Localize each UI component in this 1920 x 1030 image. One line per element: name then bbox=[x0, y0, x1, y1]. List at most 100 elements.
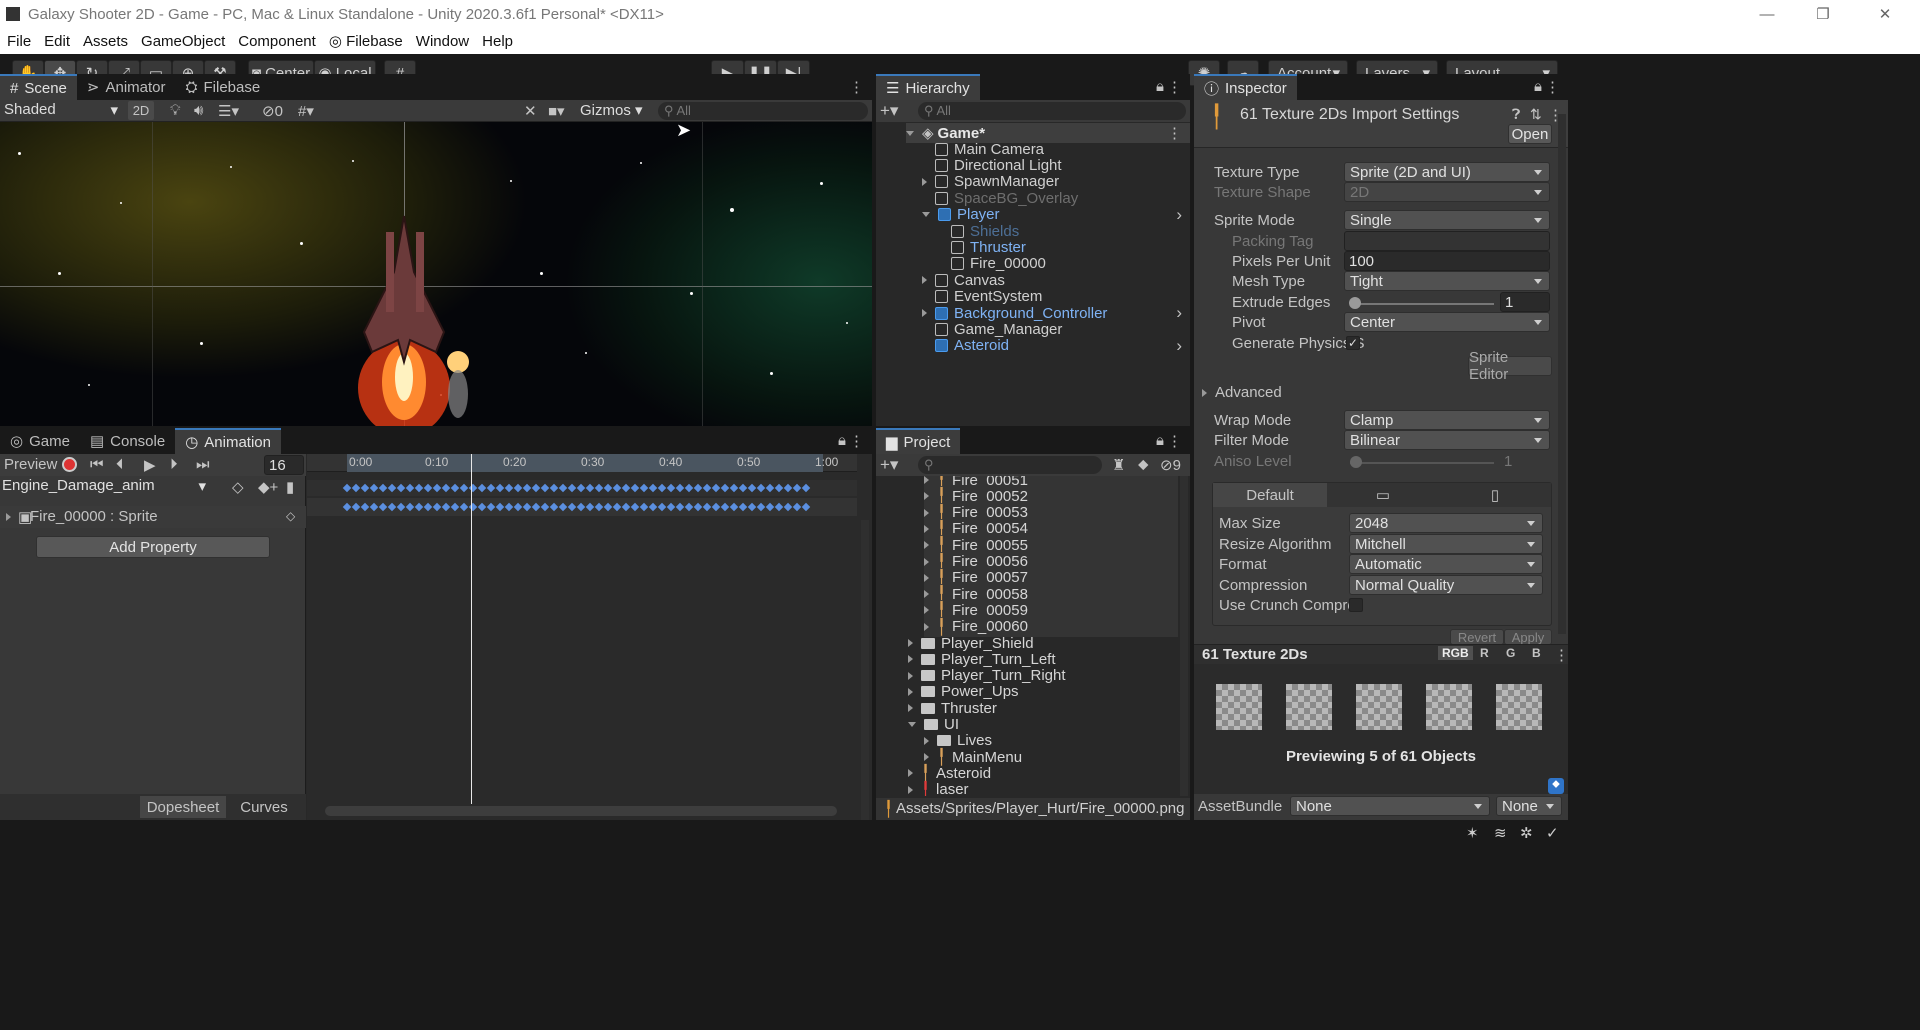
channel-rgb-button[interactable]: RGB bbox=[1438, 646, 1473, 660]
keyframe[interactable] bbox=[558, 483, 568, 493]
keyframe[interactable] bbox=[693, 502, 703, 512]
monitor-icon[interactable]: ▭ bbox=[1327, 483, 1439, 507]
menu-window[interactable]: Window bbox=[410, 33, 475, 50]
texture-thumbnail[interactable] bbox=[1356, 684, 1402, 730]
keyframe[interactable] bbox=[729, 502, 739, 512]
kebab-menu-icon[interactable]: ⋮ bbox=[1167, 432, 1182, 450]
menu-file[interactable]: File bbox=[1, 33, 37, 50]
keyframe[interactable] bbox=[621, 483, 631, 493]
playhead[interactable] bbox=[471, 454, 472, 804]
next-key-button[interactable]: ⏵ bbox=[170, 456, 178, 473]
mobile-icon[interactable]: ▯ bbox=[1439, 483, 1551, 507]
menu-assets[interactable]: Assets bbox=[77, 33, 134, 50]
label-tag-icon[interactable]: ⬥ bbox=[1548, 778, 1564, 794]
keyframe[interactable] bbox=[369, 502, 379, 512]
keyframe[interactable] bbox=[783, 502, 793, 512]
keyframe[interactable] bbox=[351, 483, 361, 493]
keyframe[interactable] bbox=[405, 483, 415, 493]
keyframe[interactable] bbox=[792, 483, 802, 493]
keyframe[interactable] bbox=[522, 483, 532, 493]
kebab-menu-icon[interactable]: ⋮ bbox=[1167, 78, 1182, 96]
keyframe[interactable] bbox=[414, 483, 424, 493]
expand-arrow-icon[interactable] bbox=[908, 687, 913, 696]
texture-thumbnail[interactable] bbox=[1286, 684, 1332, 730]
keyframe[interactable] bbox=[684, 483, 694, 493]
platform-tab-default[interactable]: Default bbox=[1213, 483, 1327, 507]
tab-hierarchy[interactable]: ☰ Hierarchy bbox=[876, 74, 980, 100]
dopesheet-hscrollbar[interactable] bbox=[325, 806, 837, 816]
keyframe[interactable] bbox=[387, 502, 397, 512]
format-dropdown[interactable]: Automatic bbox=[1349, 554, 1543, 574]
assetbundle-dropdown[interactable]: None bbox=[1290, 796, 1490, 816]
expand-arrow-icon[interactable] bbox=[924, 508, 929, 517]
expand-arrow-icon[interactable] bbox=[924, 524, 929, 533]
keyframe[interactable] bbox=[738, 502, 748, 512]
grid-toggle-icon[interactable]: #▾ bbox=[298, 102, 314, 120]
keyframe[interactable] bbox=[540, 483, 550, 493]
keyframe[interactable] bbox=[378, 502, 388, 512]
keyframe[interactable] bbox=[378, 483, 388, 493]
summary-keyframes-row[interactable] bbox=[307, 480, 857, 496]
texture-thumbnail[interactable] bbox=[1426, 684, 1472, 730]
keyframe[interactable] bbox=[756, 502, 766, 512]
keyframe[interactable] bbox=[495, 483, 505, 493]
keyframe[interactable] bbox=[360, 502, 370, 512]
channel-r-button[interactable]: R bbox=[1480, 646, 1489, 660]
keyframe[interactable] bbox=[612, 483, 622, 493]
keyframe[interactable] bbox=[594, 483, 604, 493]
shading-mode-dropdown[interactable]: Shaded ▾ bbox=[4, 101, 122, 121]
property-row[interactable]: ▣ Fire_00000 : Sprite ◇ bbox=[0, 506, 306, 528]
keyframe[interactable] bbox=[639, 483, 649, 493]
hidden-packages-icon[interactable]: ⊘9 bbox=[1160, 456, 1181, 474]
expand-arrow-icon[interactable] bbox=[922, 309, 927, 317]
keyframe[interactable] bbox=[531, 502, 541, 512]
texture-thumbnail[interactable] bbox=[1496, 684, 1542, 730]
lock-icon[interactable]: 🔒︎ bbox=[1534, 78, 1542, 95]
project-scrollbar[interactable] bbox=[1180, 476, 1188, 796]
project-asset-row[interactable]: ╿ laser bbox=[908, 780, 1178, 796]
keyframe[interactable] bbox=[450, 502, 460, 512]
expand-arrow-icon[interactable] bbox=[922, 177, 927, 186]
channel-b-button[interactable]: B bbox=[1532, 646, 1541, 660]
keyframe[interactable] bbox=[504, 483, 514, 493]
add-keyframe-icon[interactable]: ◆+ bbox=[258, 478, 278, 496]
assetbundle-variant-dropdown[interactable]: None bbox=[1496, 796, 1562, 816]
tools-icon[interactable]: ✕ bbox=[524, 102, 537, 120]
keyframe[interactable] bbox=[585, 502, 595, 512]
expand-arrow-icon[interactable] bbox=[908, 769, 913, 778]
debug-icon[interactable]: ✲ bbox=[1520, 824, 1533, 842]
menu-filebase[interactable]: ◎ Filebase bbox=[323, 32, 409, 50]
progress-check-icon[interactable]: ✓ bbox=[1546, 824, 1559, 842]
cache-server-icon[interactable]: ≋ bbox=[1494, 824, 1507, 842]
keyframe-diamond-icon[interactable]: ◇ bbox=[286, 509, 295, 523]
menu-edit[interactable]: Edit bbox=[38, 33, 76, 50]
keyframe[interactable] bbox=[351, 502, 361, 512]
keyframe[interactable] bbox=[450, 483, 460, 493]
close-button[interactable]: ✕ bbox=[1862, 0, 1908, 28]
menu-help[interactable]: Help bbox=[476, 33, 519, 50]
compression-dropdown[interactable]: Normal Quality bbox=[1349, 575, 1543, 595]
keyframe[interactable] bbox=[711, 502, 721, 512]
2d-mode-toggle[interactable]: 2D bbox=[128, 101, 154, 120]
preset-icon[interactable]: ⇅ bbox=[1530, 106, 1542, 123]
keyframe[interactable] bbox=[513, 483, 523, 493]
audio-icon[interactable]: 🔊︎ bbox=[194, 102, 203, 119]
keyframe[interactable] bbox=[765, 502, 775, 512]
keyframe[interactable] bbox=[675, 502, 685, 512]
keyframe[interactable] bbox=[423, 502, 433, 512]
keyframe[interactable] bbox=[738, 483, 748, 493]
tab-animation[interactable]: ◷ Animation bbox=[175, 428, 281, 454]
kebab-menu-icon[interactable]: ⋮ bbox=[849, 432, 864, 450]
keyframe[interactable] bbox=[702, 502, 712, 512]
keyframe[interactable] bbox=[441, 502, 451, 512]
keyframe[interactable] bbox=[342, 483, 352, 493]
hierarchy-item[interactable]: Asteroid › bbox=[922, 336, 1190, 356]
keyframe[interactable] bbox=[666, 502, 676, 512]
keyframe[interactable] bbox=[621, 502, 631, 512]
preview-toggle[interactable]: Preview bbox=[4, 456, 57, 473]
clip-dropdown[interactable]: Engine_Damage_anim ▾ bbox=[2, 477, 210, 497]
inspector-scrollbar[interactable] bbox=[1558, 114, 1566, 634]
keyframe[interactable] bbox=[387, 483, 397, 493]
maximize-button[interactable]: ❐ bbox=[1800, 0, 1846, 28]
keyframe[interactable] bbox=[567, 502, 577, 512]
